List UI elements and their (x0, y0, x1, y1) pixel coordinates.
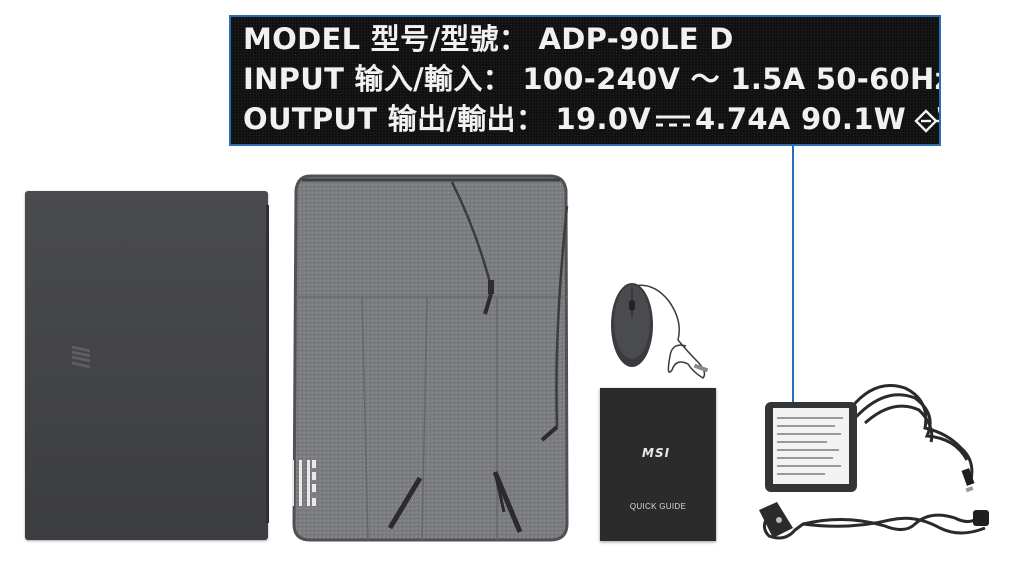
label-output-prefix: OUTPUT 输出/輸出： 19.0V (243, 102, 652, 136)
label-model-line: MODEL 型号/型號： ADP-90LE D (243, 22, 734, 56)
polarity-icon (914, 107, 939, 133)
adapter-label-closeup: MODEL 型号/型號： ADP-90LE D INPUT 输入/輸入： 100… (229, 15, 941, 146)
dc-symbol-icon (656, 115, 691, 127)
quick-guide-booklet: MSI QUICK GUIDE (600, 388, 716, 541)
label-output-line: OUTPUT 输出/輸出： 19.0V 4.74A 90.1W (243, 101, 939, 137)
label-output-suffix: 4.74A 90.1W (695, 102, 906, 136)
guide-title: QUICK GUIDE (629, 502, 687, 511)
usb-mouse (611, 283, 709, 379)
power-adapter-set (759, 384, 989, 540)
laptop-msi-logo-icon (72, 346, 90, 369)
label-input-line: INPUT 输入/輸入： 100-240V ～ 1.5A 50-60Hz (243, 62, 941, 96)
laptop-sleeve (292, 174, 569, 542)
laptop-hinge-edge (266, 205, 269, 523)
guide-msi-logo: MSI (642, 446, 671, 460)
